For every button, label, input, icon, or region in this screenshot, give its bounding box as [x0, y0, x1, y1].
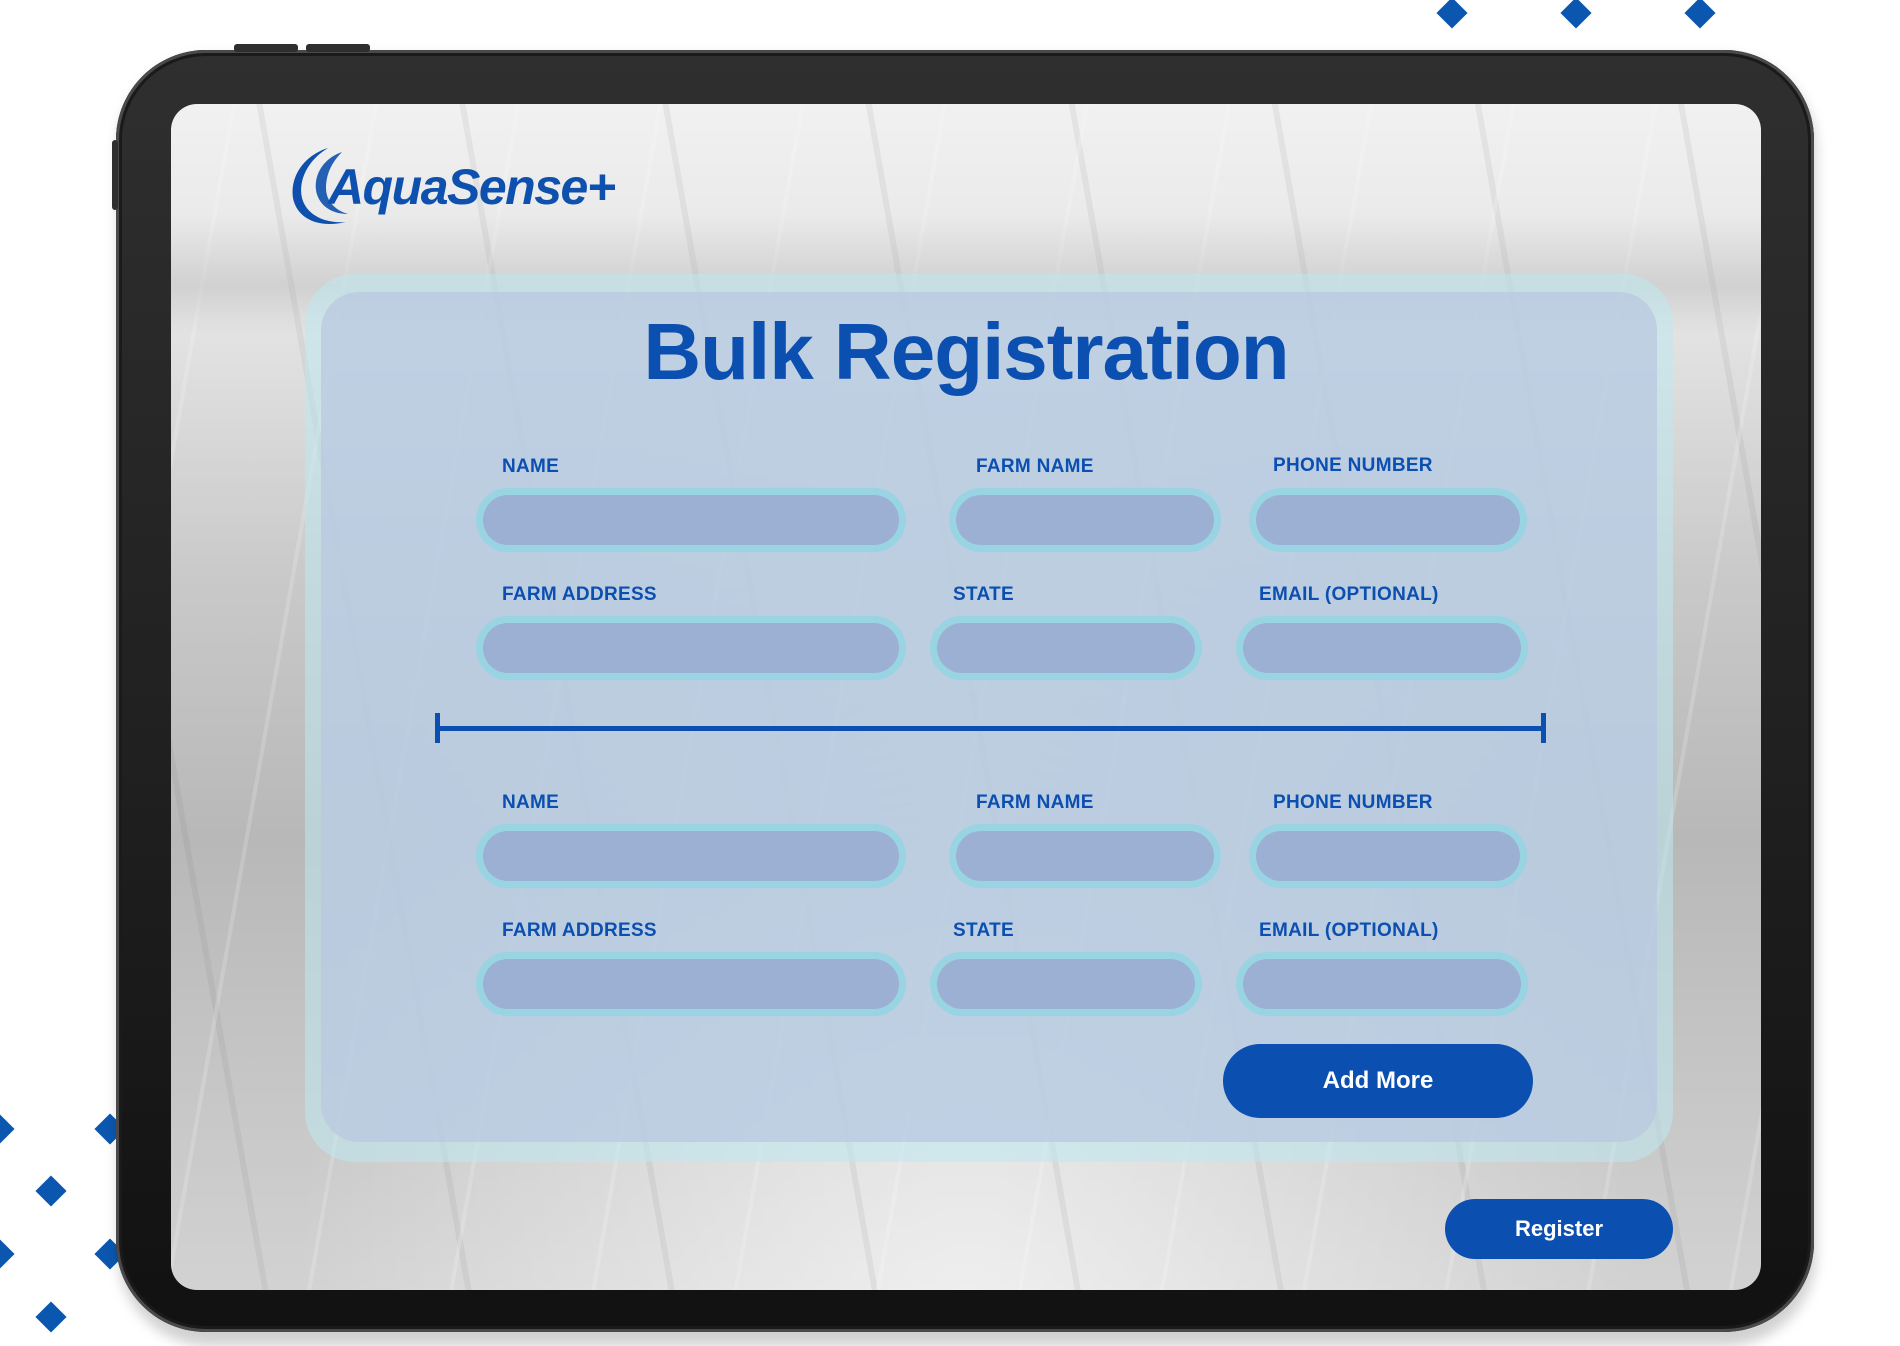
tablet-screen: AquaSense+ Bulk Registration NAME FARM N… [171, 104, 1761, 1290]
state-label: STATE [953, 920, 1014, 941]
divider-cap-right [1541, 713, 1546, 743]
farm-name-input[interactable] [956, 831, 1214, 881]
add-more-label: Add More [1322, 1067, 1434, 1094]
app-logo: AquaSense+ [284, 140, 616, 230]
entry-divider [435, 726, 1546, 731]
page-title: Bulk Registration [643, 307, 1289, 396]
farm-address-input[interactable] [483, 623, 899, 673]
name-input[interactable] [483, 831, 899, 881]
device-button [234, 44, 298, 52]
state-label: STATE [953, 584, 1014, 605]
farm-name-label: FARM NAME [976, 792, 1094, 813]
email-label: EMAIL (OPTIONAL) [1259, 584, 1439, 605]
decorative-diamond [1436, 0, 1468, 29]
email-input[interactable] [1243, 623, 1521, 673]
register-label: Register [1514, 1216, 1604, 1241]
farm-name-label: FARM NAME [976, 456, 1094, 477]
decorative-diamond [1684, 0, 1716, 29]
phone-number-input[interactable] [1256, 831, 1520, 881]
farm-address-label: FARM ADDRESS [502, 584, 657, 605]
email-input[interactable] [1243, 959, 1521, 1009]
phone-number-label: PHONE NUMBER [1273, 792, 1433, 813]
decorative-diamond [0, 1113, 15, 1145]
form-panel [321, 292, 1657, 1142]
farm-address-input[interactable] [483, 959, 899, 1009]
add-more-button[interactable]: Add More [1223, 1044, 1533, 1118]
state-input[interactable] [937, 959, 1195, 1009]
email-label: EMAIL (OPTIONAL) [1259, 920, 1439, 941]
decorative-diamond [1560, 0, 1592, 29]
state-input[interactable] [937, 623, 1195, 673]
register-button[interactable]: Register [1445, 1199, 1673, 1259]
decorative-diamond [35, 1301, 67, 1333]
decorative-diamond [0, 1238, 15, 1270]
farm-address-label: FARM ADDRESS [502, 920, 657, 941]
device-button [306, 44, 370, 52]
phone-number-input[interactable] [1256, 495, 1520, 545]
logo-text: AquaSense+ [328, 159, 616, 215]
farm-name-input[interactable] [956, 495, 1214, 545]
device-button [112, 140, 118, 210]
name-label: NAME [502, 456, 560, 477]
name-input[interactable] [483, 495, 899, 545]
divider-cap-left [435, 713, 440, 743]
name-label: NAME [502, 792, 560, 813]
decorative-diamond [35, 1175, 67, 1207]
phone-number-label: PHONE NUMBER [1273, 455, 1433, 476]
